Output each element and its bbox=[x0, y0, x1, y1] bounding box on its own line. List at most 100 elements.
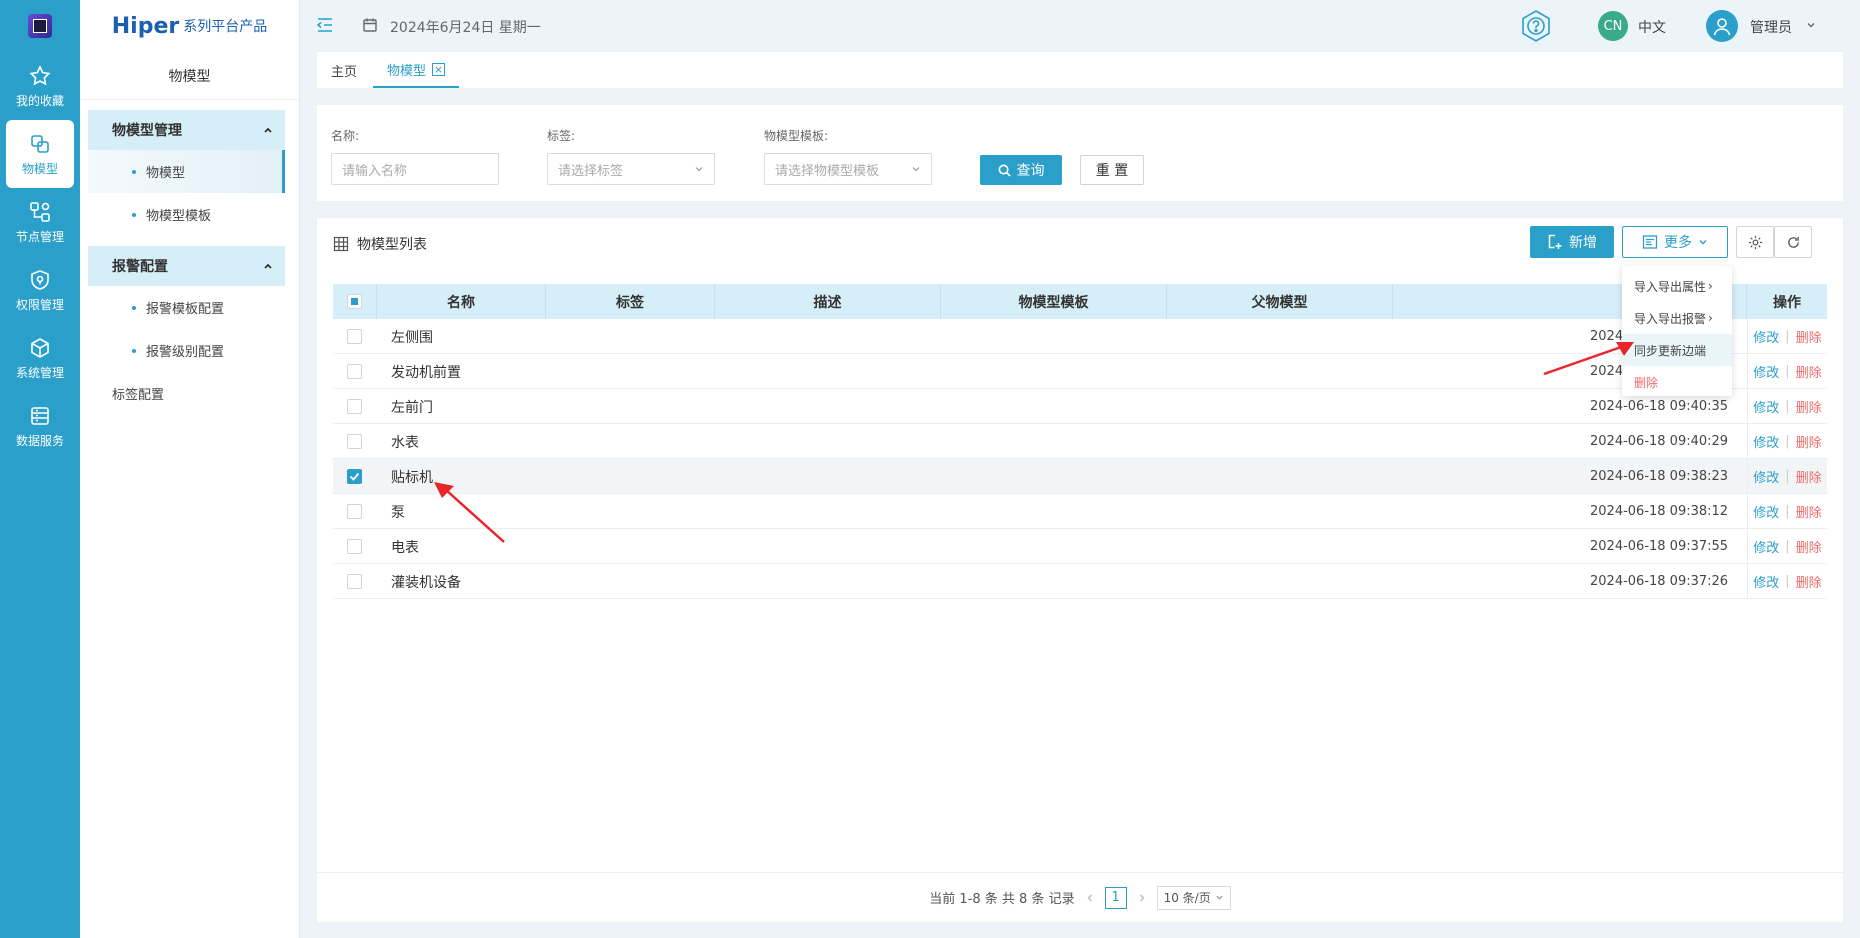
list-title-text: 物模型列表 bbox=[357, 237, 427, 253]
chevron-down-icon[interactable] bbox=[1806, 20, 1816, 30]
user-name[interactable]: 管理员 bbox=[1750, 17, 1792, 37]
app-logo[interactable] bbox=[0, 0, 80, 52]
check-icon bbox=[349, 472, 360, 481]
refresh-button[interactable] bbox=[1774, 226, 1812, 258]
rail-label: 物模型 bbox=[21, 161, 58, 176]
delete-link[interactable]: 删除 bbox=[1796, 362, 1822, 381]
delete-link[interactable]: 删除 bbox=[1796, 467, 1822, 486]
delete-link[interactable]: 删除 bbox=[1796, 502, 1822, 521]
brand-logo: Hiper 系列平台产品 bbox=[80, 0, 299, 52]
button-label: 查询 bbox=[1016, 163, 1045, 179]
rail-label: 权限管理 bbox=[15, 297, 64, 312]
delete-link[interactable]: 删除 bbox=[1796, 432, 1822, 451]
calendar-icon bbox=[363, 18, 377, 32]
language-badge[interactable]: CN bbox=[1598, 11, 1628, 41]
menu-group-alarm[interactable]: 报警配置 bbox=[88, 246, 285, 286]
row-name: 左前门 bbox=[391, 399, 433, 416]
menu-item-model[interactable]: 物模型 bbox=[88, 150, 285, 193]
page-size-select[interactable]: 10 条/页 bbox=[1156, 885, 1231, 910]
table-row[interactable]: 贴标机 2024-06-18 09:38:23 修改 | 删除 bbox=[333, 459, 1827, 494]
separator: | bbox=[1785, 329, 1790, 344]
row-checkbox[interactable] bbox=[347, 539, 362, 554]
top-bar: 2024年6月24日 星期一 CN 中文 管理员 bbox=[300, 0, 1860, 52]
row-checkbox[interactable] bbox=[347, 329, 362, 344]
reset-button[interactable]: 重 置 bbox=[1080, 155, 1144, 185]
menu-item-alarm-template[interactable]: 报警模板配置 bbox=[88, 286, 285, 329]
row-checkbox[interactable] bbox=[347, 434, 362, 449]
row-checkbox[interactable] bbox=[347, 399, 362, 414]
chevron-down-icon bbox=[1216, 895, 1223, 900]
table-row[interactable]: 泵 2024-06-18 09:38:12 修改 | 删除 bbox=[333, 494, 1827, 529]
help-icon[interactable] bbox=[1518, 8, 1554, 44]
page-tabs: 主页 物模型 × bbox=[317, 52, 1843, 88]
table-row[interactable]: 灌装机设备 2024-06-18 09:37:26 修改 | 删除 bbox=[333, 564, 1827, 599]
menu-item-label: 导入导出报警 bbox=[1634, 311, 1707, 326]
delete-link[interactable]: 删除 bbox=[1796, 537, 1822, 556]
table-row[interactable]: 左前门 2024-06-18 09:40:35 修改 | 删除 bbox=[333, 389, 1827, 424]
rail-item-system[interactable]: 系统管理 bbox=[0, 324, 80, 392]
menu-item-tag-config[interactable]: 标签配置 bbox=[80, 372, 299, 415]
rail-item-nodes[interactable]: 节点管理 bbox=[0, 188, 80, 256]
edit-link[interactable]: 修改 bbox=[1753, 502, 1779, 521]
delete-link[interactable]: 删除 bbox=[1796, 572, 1822, 591]
col-name[interactable]: 名称 bbox=[377, 284, 546, 319]
menu-item-alarm-level[interactable]: 报警级别配置 bbox=[88, 329, 285, 372]
query-button[interactable]: 查询 bbox=[980, 155, 1062, 185]
edit-link[interactable]: 修改 bbox=[1753, 432, 1779, 451]
separator: | bbox=[1785, 364, 1790, 379]
delete-link[interactable]: 删除 bbox=[1796, 327, 1822, 346]
tag-select[interactable]: 请选择标签 bbox=[547, 153, 715, 185]
tab-home[interactable]: 主页 bbox=[331, 52, 357, 88]
select-all-checkbox[interactable] bbox=[347, 294, 362, 309]
settings-button[interactable] bbox=[1736, 226, 1774, 258]
rail-item-favorites[interactable]: 我的收藏 bbox=[0, 52, 80, 120]
row-checkbox[interactable] bbox=[347, 469, 362, 484]
rail-item-data[interactable]: 数据服务 bbox=[0, 392, 80, 460]
menu-group-model[interactable]: 物模型管理 bbox=[88, 110, 285, 150]
row-name: 电表 bbox=[391, 539, 419, 556]
close-icon[interactable]: × bbox=[432, 62, 446, 76]
current-date: 2024年6月24日 星期一 bbox=[390, 20, 541, 36]
chevron-up-icon bbox=[264, 263, 272, 269]
row-checkbox[interactable] bbox=[347, 574, 362, 589]
menu-item-import-export-alarm[interactable]: 导入导出报警 › bbox=[1622, 302, 1732, 334]
add-icon bbox=[1548, 234, 1562, 249]
more-button[interactable]: 更多 bbox=[1622, 226, 1728, 258]
add-button[interactable]: 新增 bbox=[1530, 226, 1614, 258]
avatar[interactable] bbox=[1706, 10, 1738, 42]
name-input[interactable]: 请输入名称 bbox=[331, 153, 499, 185]
edit-link[interactable]: 修改 bbox=[1753, 397, 1779, 416]
rail-label: 数据服务 bbox=[15, 433, 64, 448]
row-name: 泵 bbox=[391, 504, 405, 521]
menu-item-label: 同步更新边端 bbox=[1634, 343, 1707, 358]
tab-model[interactable]: 物模型 × bbox=[373, 52, 460, 88]
menu-fold-icon[interactable] bbox=[316, 16, 334, 34]
delete-link[interactable]: 删除 bbox=[1796, 397, 1822, 416]
language-label[interactable]: 中文 bbox=[1638, 17, 1666, 37]
template-select[interactable]: 请选择物模型模板 bbox=[764, 153, 932, 185]
rail-item-model[interactable]: 物模型 bbox=[6, 120, 74, 188]
col-template[interactable]: 物模型模板 bbox=[941, 284, 1167, 319]
edit-link[interactable]: 修改 bbox=[1753, 467, 1779, 486]
database-icon bbox=[31, 406, 49, 425]
tab-label: 物模型 bbox=[387, 63, 427, 79]
col-desc[interactable]: 描述 bbox=[715, 284, 941, 319]
edit-link[interactable]: 修改 bbox=[1753, 362, 1779, 381]
menu-item-import-export-props[interactable]: 导入导出属性 › bbox=[1622, 270, 1732, 302]
row-checkbox[interactable] bbox=[347, 364, 362, 379]
page-number[interactable]: 1 bbox=[1104, 886, 1127, 909]
col-parent[interactable]: 父物模型 bbox=[1167, 284, 1393, 319]
row-checkbox[interactable] bbox=[347, 504, 362, 519]
col-tag[interactable]: 标签 bbox=[546, 284, 715, 319]
table-row[interactable]: 水表 2024-06-18 09:40:29 修改 | 删除 bbox=[333, 424, 1827, 459]
table-row[interactable]: 电表 2024-06-18 09:37:55 修改 | 删除 bbox=[333, 529, 1827, 564]
chevron-up-icon bbox=[264, 127, 272, 133]
edit-link[interactable]: 修改 bbox=[1753, 572, 1779, 591]
edit-link[interactable]: 修改 bbox=[1753, 327, 1779, 346]
chevron-left-icon[interactable] bbox=[1085, 893, 1095, 903]
menu-group-label: 物模型管理 bbox=[112, 123, 182, 139]
edit-link[interactable]: 修改 bbox=[1753, 537, 1779, 556]
chevron-right-icon[interactable] bbox=[1137, 893, 1147, 903]
menu-item-model-template[interactable]: 物模型模板 bbox=[88, 193, 285, 236]
rail-item-permissions[interactable]: 权限管理 bbox=[0, 256, 80, 324]
